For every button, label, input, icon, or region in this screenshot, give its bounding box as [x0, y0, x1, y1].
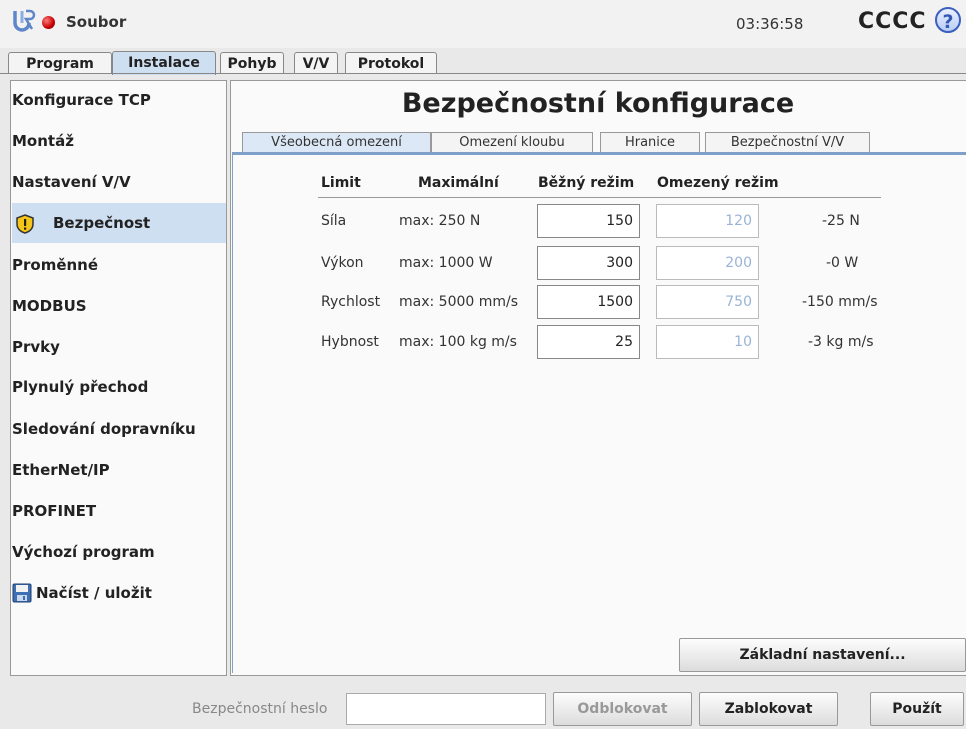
sidebar-item-conveyor-tracking[interactable]: Sledování dopravníku	[12, 409, 226, 449]
sidebar-item-label: PROFINET	[12, 502, 97, 520]
tab-divider	[0, 73, 966, 74]
ur-logo	[13, 9, 36, 32]
normal-speed-input[interactable]: 1500	[537, 285, 640, 319]
header-reduced-mode: Omezený režim	[657, 175, 779, 191]
sidebar-item-load-save[interactable]: Načíst / uložit	[12, 573, 226, 613]
force-difference: -25 N	[822, 213, 860, 229]
reduced-momentum-input[interactable]: 10	[656, 325, 759, 359]
header-limit: Limit	[321, 175, 361, 191]
page-title: Bezpečnostní konfigurace	[401, 88, 795, 119]
limit-name-speed: Rychlost	[321, 294, 381, 310]
robot-name: CCCC	[858, 9, 927, 34]
limit-max-power: max: 1000 W	[399, 255, 493, 271]
sidebar-item-label: Proměnné	[12, 256, 99, 274]
limit-name-force: Síla	[321, 213, 347, 229]
normal-momentum-input[interactable]: 25	[537, 325, 640, 359]
sidebar-item-label: MODBUS	[12, 297, 87, 315]
header-maximum: Maximální	[418, 175, 499, 191]
sidebar-item-io-setup[interactable]: Nastavení V/V	[12, 162, 226, 202]
sidebar-item-label: Výchozí program	[12, 543, 155, 561]
tab-program[interactable]: Program	[8, 52, 112, 74]
reduced-power-input[interactable]: 200	[656, 246, 759, 280]
sidebar-item-ethernet-ip[interactable]: EtherNet/IP	[12, 450, 226, 490]
sidebar-item-features[interactable]: Prvky	[12, 327, 226, 367]
password-label: Bezpečnostní heslo	[192, 701, 328, 717]
sidebar-item-smooth-transition[interactable]: Plynulý přechod	[12, 367, 226, 407]
sidebar-item-profinet[interactable]: PROFINET	[12, 491, 226, 531]
speed-difference: -150 mm/s	[802, 294, 878, 310]
clock: 03:36:58	[736, 15, 804, 33]
normal-power-input[interactable]: 300	[537, 246, 640, 280]
factory-presets-button[interactable]: Základní nastavení...	[679, 638, 966, 672]
top-bar	[0, 0, 966, 48]
sidebar-item-default-program[interactable]: Výchozí program	[12, 532, 226, 572]
tab-boundaries[interactable]: Hranice	[600, 132, 700, 152]
sidebar-item-modbus[interactable]: MODBUS	[12, 286, 226, 326]
help-icon[interactable]: ?	[935, 7, 961, 33]
limit-name-power: Výkon	[321, 255, 364, 271]
sidebar-item-label: Sledování dopravníku	[12, 420, 196, 438]
password-input[interactable]	[346, 693, 546, 725]
sidebar-item-variables[interactable]: Proměnné	[12, 245, 226, 285]
tab-safety-io[interactable]: Bezpečnostní V/V	[705, 132, 870, 152]
file-menu[interactable]: Soubor	[66, 13, 126, 31]
sidebar-item-label: Konfigurace TCP	[12, 91, 151, 109]
momentum-difference: -3 kg m/s	[808, 334, 874, 350]
unlock-button[interactable]: Odblokovat	[553, 692, 692, 726]
tab-move[interactable]: Pohyb	[220, 52, 284, 74]
save-icon	[12, 583, 32, 603]
power-difference: -0 W	[826, 255, 859, 271]
tab-joint-limits[interactable]: Omezení kloubu	[431, 132, 593, 152]
apply-button[interactable]: Použít	[870, 692, 964, 726]
reduced-force-input[interactable]: 120	[656, 204, 759, 238]
limit-max-force: max: 250 N	[399, 213, 481, 229]
sidebar-item-safety[interactable]: Bezpečnost	[12, 203, 226, 243]
sidebar-item-label: Bezpečnost	[53, 214, 151, 232]
sidebar-item-label: Plynulý přechod	[12, 378, 149, 396]
tab-installation[interactable]: Instalace	[112, 51, 216, 75]
warning-icon	[16, 214, 34, 234]
tab-log[interactable]: Protokol	[345, 52, 437, 74]
limit-max-momentum: max: 100 kg m/s	[399, 334, 517, 350]
sidebar-item-tcp-config[interactable]: Konfigurace TCP	[12, 80, 226, 120]
header-divider	[318, 197, 881, 198]
tab-io[interactable]: V/V	[294, 52, 338, 74]
sidebar-item-mounting[interactable]: Montáž	[12, 121, 226, 161]
header-normal-mode: Běžný režim	[538, 175, 635, 191]
reduced-speed-input[interactable]: 750	[656, 285, 759, 319]
sidebar-item-label: EtherNet/IP	[12, 461, 110, 479]
sidebar-item-label: Montáž	[12, 132, 74, 150]
sidebar-item-label: Načíst / uložit	[36, 584, 152, 602]
normal-force-input[interactable]: 150	[537, 204, 640, 238]
tab-general-limits[interactable]: Všeobecná omezení	[242, 132, 431, 152]
limit-max-speed: max: 5000 mm/s	[399, 294, 519, 310]
limit-name-momentum: Hybnost	[321, 334, 379, 350]
record-indicator-icon	[42, 16, 55, 29]
sidebar-item-label: Nastavení V/V	[12, 173, 131, 191]
sidebar-item-label: Prvky	[12, 338, 60, 356]
lock-button[interactable]: Zablokovat	[699, 692, 838, 726]
